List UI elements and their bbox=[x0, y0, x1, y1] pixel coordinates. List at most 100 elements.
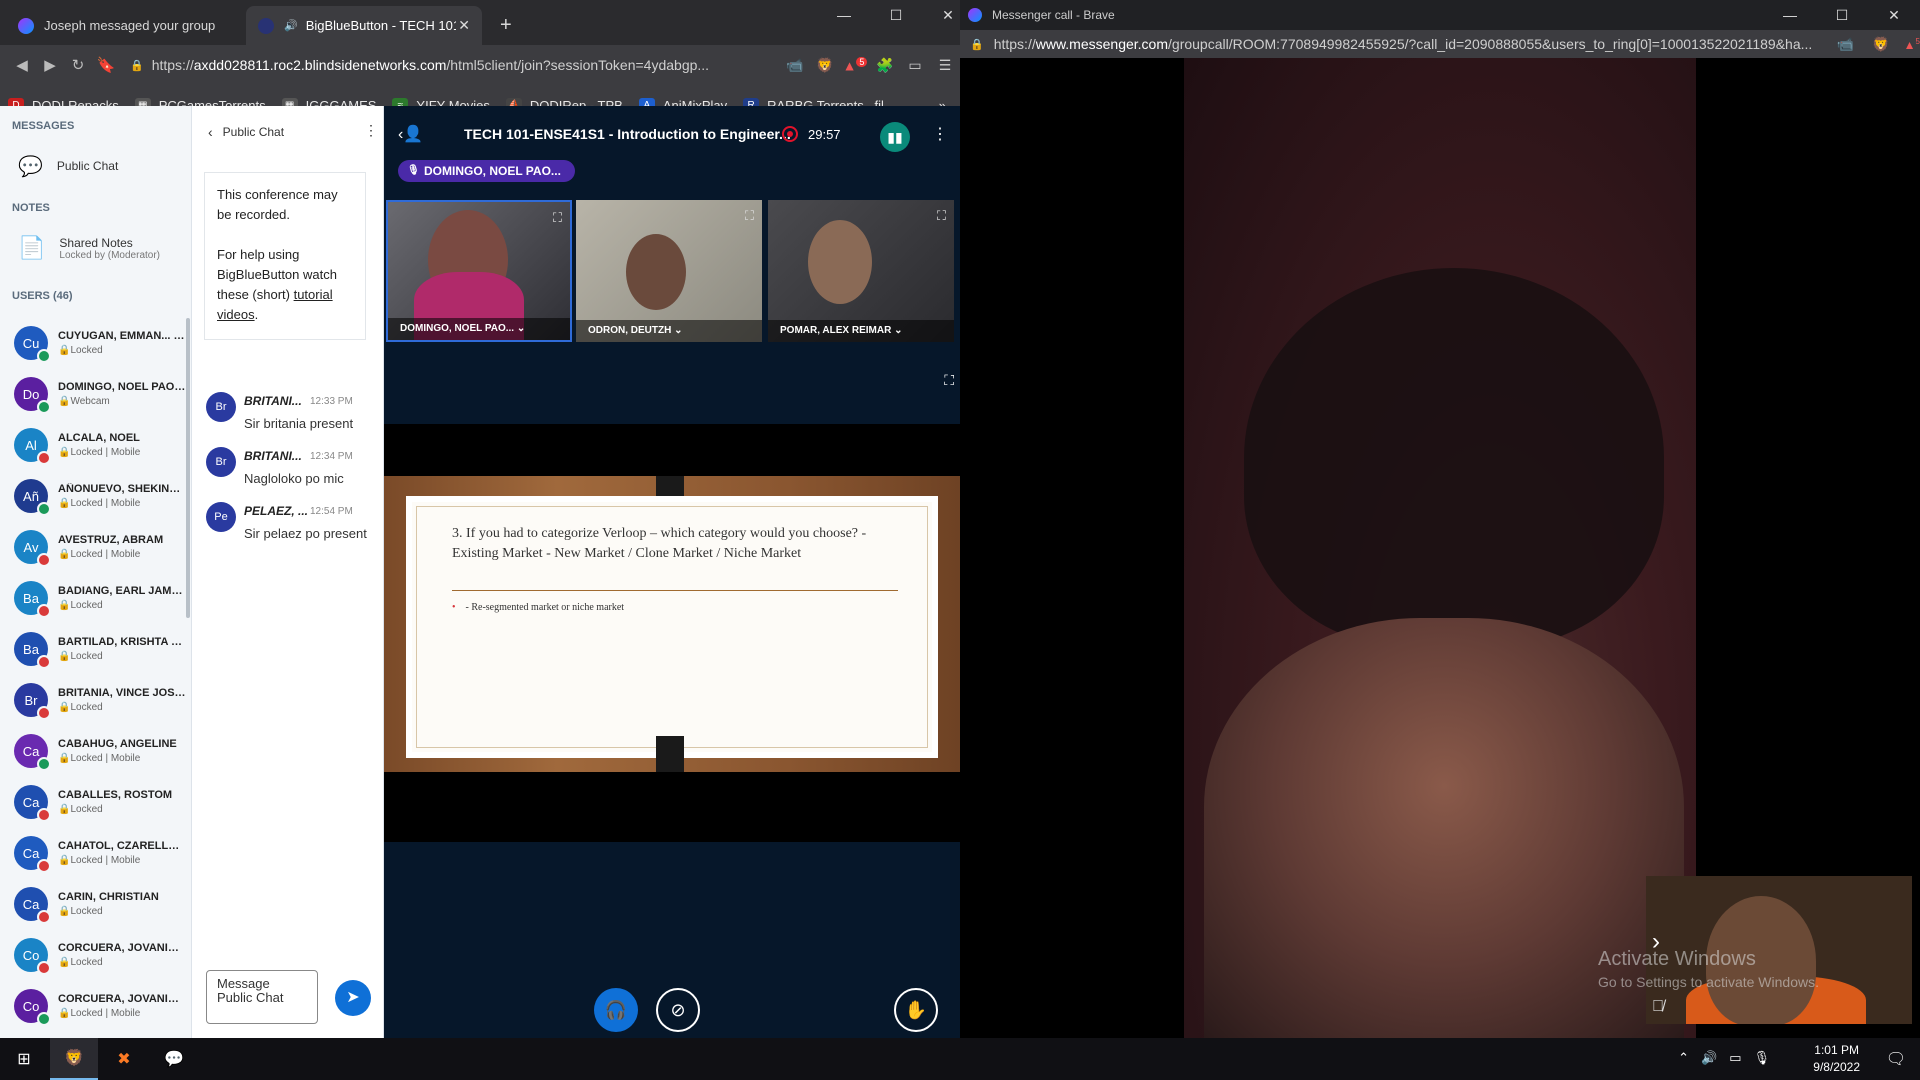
raise-hand-button[interactable]: ✋ bbox=[894, 988, 938, 1032]
message-avatar: Br bbox=[206, 392, 236, 422]
user-list-item[interactable]: Ca CABALLES, ROSTOM 🔒Locked bbox=[0, 777, 186, 827]
avatar-initials: Ca bbox=[22, 743, 40, 759]
forward-icon[interactable]: ▶ bbox=[36, 56, 64, 74]
user-avatar: Co bbox=[14, 989, 51, 1026]
avatar-initials: Añ bbox=[23, 488, 39, 504]
fullscreen-icon[interactable]: ⛶ bbox=[553, 210, 562, 226]
taskbar-messenger[interactable]: 💬 bbox=[150, 1038, 198, 1080]
video-hair bbox=[1244, 268, 1664, 648]
address-bar-row: ◀ ▶ ↻ 🔖 🔒 https://axdd028811.roc2.blinds… bbox=[0, 45, 960, 85]
toggle-userlist-icon[interactable]: ‹👤 bbox=[398, 124, 423, 144]
user-list-item[interactable]: Cu CUYUGAN, EMMAN... (You) 🔒Locked bbox=[0, 318, 186, 368]
microphone-icon: 🎙 bbox=[407, 165, 420, 176]
minimize-icon[interactable]: — bbox=[1764, 0, 1816, 30]
user-avatar: Ca bbox=[14, 785, 51, 822]
taskbar-xampp[interactable]: ✖ bbox=[100, 1038, 148, 1080]
message-sender: PELAEZ, ... bbox=[244, 504, 309, 518]
network-icon[interactable]: ▭ bbox=[1729, 1050, 1741, 1066]
options-menu-icon[interactable]: ⋮ bbox=[932, 124, 948, 144]
menu-icon[interactable]: ☰ bbox=[930, 57, 960, 74]
user-list-item[interactable]: Br BRITANIA, VINCE JOSHUA 🔒Locked bbox=[0, 675, 186, 725]
close-icon[interactable]: ✕ bbox=[1868, 0, 1920, 30]
back-icon[interactable]: ◀ bbox=[8, 56, 36, 74]
clock[interactable]: 1:01 PM 9/8/2022 bbox=[1813, 1042, 1860, 1076]
messenger-icon bbox=[968, 8, 982, 22]
maximize-icon[interactable]: ☐ bbox=[870, 0, 922, 32]
meeting-title: TECH 101-ENSE41S1 - Introduction to Engi… bbox=[464, 126, 791, 142]
notifications-button[interactable]: 🗨 bbox=[1872, 1038, 1920, 1080]
close-tab-icon[interactable]: ✕ bbox=[458, 17, 470, 34]
webcam-tile-pomar[interactable]: ⛶ POMAR, ALEX REIMAR ⌄ bbox=[768, 200, 954, 342]
chat-bubble-icon: 💬 bbox=[164, 1051, 184, 1068]
user-list-item[interactable]: Ca CABAHUG, ANGELINE 🔒Locked | Mobile bbox=[0, 726, 186, 776]
close-icon[interactable]: ✕ bbox=[922, 0, 960, 32]
tray-expand-icon[interactable]: ⌃ bbox=[1678, 1050, 1689, 1066]
tab-messenger[interactable]: Joseph messaged your group bbox=[6, 6, 246, 45]
new-tab-button[interactable]: + bbox=[488, 6, 524, 45]
user-list-item[interactable]: Ca CARIN, CHRISTIAN 🔒Locked bbox=[0, 879, 186, 929]
fullscreen-icon[interactable]: ⛶ bbox=[745, 208, 754, 224]
audio-headphones-button[interactable]: 🎧 bbox=[594, 988, 638, 1032]
tab-bigbluebutton[interactable]: 🔊 BigBlueButton - TECH 101-ENS ✕ bbox=[246, 6, 482, 45]
user-list-item[interactable]: Añ AÑONUEVO, SHEKINAH ... 🔒Locked | Mobil… bbox=[0, 471, 186, 521]
chevron-left-icon[interactable]: ‹ bbox=[208, 124, 213, 140]
chat-options-icon[interactable]: ⋮ bbox=[364, 122, 378, 139]
brave-rewards-icon[interactable]: ▲5 bbox=[1904, 37, 1920, 52]
user-list-item[interactable]: Av AVESTRUZ, ABRAM 🔒Locked | Mobile bbox=[0, 522, 186, 572]
webcam-tile-domingo[interactable]: ⛶ DOMINGO, NOEL PAO... ⌄ bbox=[386, 200, 572, 342]
record-icon bbox=[782, 126, 798, 142]
camera-icon[interactable]: 📹 bbox=[1837, 36, 1854, 53]
muted-mic-icon: 🎙̸ bbox=[1652, 998, 1664, 1015]
camera-icon[interactable]: 📹 bbox=[780, 57, 810, 74]
brave-rewards-icon[interactable]: ▲5 bbox=[840, 56, 870, 73]
maximize-icon[interactable]: ☐ bbox=[1816, 0, 1868, 30]
url-field[interactable]: 🔒 https://axdd028811.roc2.blindsidenetwo… bbox=[120, 50, 780, 80]
messenger-address-bar[interactable]: 🔒 https://www.messenger.com/groupcall/RO… bbox=[960, 30, 1920, 58]
public-chat-item[interactable]: 💬 Public Chat bbox=[0, 148, 190, 184]
public-chat-panel: ‹ Public Chat ⋮ This conference may be r… bbox=[192, 106, 384, 1038]
lock-icon: 🔒 bbox=[58, 753, 71, 764]
volume-icon[interactable]: 🔊 bbox=[1701, 1050, 1717, 1066]
send-message-button[interactable]: ➤ bbox=[335, 980, 371, 1016]
user-avatar: Do bbox=[14, 377, 51, 414]
url-host: www.messenger.com bbox=[1035, 36, 1169, 52]
fullscreen-icon[interactable]: ⛶ bbox=[937, 208, 946, 224]
reload-icon[interactable]: ↻ bbox=[64, 56, 92, 74]
user-list-item[interactable]: Co CORCUERA, JOVANIE AN... 🔒Locked | Mobi… bbox=[0, 981, 186, 1031]
webcam-label: POMAR, ALEX REIMAR ⌄ bbox=[768, 320, 954, 342]
send-icon: ➤ bbox=[346, 989, 360, 1006]
user-status-text: Locked bbox=[70, 651, 103, 662]
brave-shield-icon[interactable]: 🦁 bbox=[810, 57, 840, 74]
shared-notes-item[interactable]: 📄 Shared Notes Locked by (Moderator) bbox=[0, 226, 190, 270]
user-list-item[interactable]: Ba BARTILAD, KRISHTA MA... 🔒Locked bbox=[0, 624, 186, 674]
slide-clip-bottom bbox=[656, 736, 684, 772]
share-webcam-button[interactable]: ⊘ bbox=[656, 988, 700, 1032]
user-list-scrollbar[interactable] bbox=[186, 318, 190, 618]
connection-status-icon[interactable]: ▮▮ bbox=[880, 122, 910, 152]
webcam-tile-odron[interactable]: ⛶ ODRON, DEUTZH ⌄ bbox=[576, 200, 762, 342]
recording-indicator[interactable]: 29:57 bbox=[782, 126, 841, 142]
bookmark-icon[interactable]: 🔖 bbox=[92, 56, 120, 74]
talking-indicator[interactable]: 🎙 DOMINGO, NOEL PAO... bbox=[398, 160, 575, 182]
start-button[interactable]: ⊞ bbox=[0, 1038, 48, 1080]
taskbar-brave[interactable]: 🦁 bbox=[50, 1038, 98, 1080]
microphone-tray-icon[interactable]: 🎙 bbox=[1753, 1050, 1770, 1066]
message-avatar: Pe bbox=[206, 502, 236, 532]
windows-icon: ⊞ bbox=[17, 1051, 31, 1068]
user-list-item[interactable]: Al ALCALA, NOEL 🔒Locked | Mobile bbox=[0, 420, 186, 470]
user-list-item[interactable]: Co CORCUERA, JOVANIE AN... 🔒Locked bbox=[0, 930, 186, 980]
notes-heading: NOTES bbox=[12, 202, 50, 214]
user-status-icon bbox=[37, 451, 51, 465]
chat-message-input[interactable]: Message Public Chat bbox=[206, 970, 318, 1024]
user-list-item[interactable]: Ba BADIANG, EARL JAMES 🔒Locked bbox=[0, 573, 186, 623]
minimize-icon[interactable]: — bbox=[818, 0, 870, 32]
user-list-item[interactable]: Ca CAHATOL, CZARELLE KA... 🔒Locked | Mobi… bbox=[0, 828, 186, 878]
notification-icon: 🗨 bbox=[1885, 1051, 1907, 1068]
chat-header[interactable]: ‹ Public Chat bbox=[208, 124, 284, 140]
brave-shield-icon[interactable]: 🦁 bbox=[1872, 36, 1889, 53]
user-name: ALCALA, NOEL bbox=[58, 432, 140, 444]
user-list-item[interactable]: Do DOMINGO, NOEL PAOLO 🔒Webcam bbox=[0, 369, 186, 419]
extensions-icon[interactable]: 🧩 bbox=[870, 57, 900, 74]
wallet-icon[interactable]: ▭ bbox=[900, 57, 930, 74]
presentation-fullscreen-icon[interactable]: ⛶ bbox=[944, 372, 954, 389]
